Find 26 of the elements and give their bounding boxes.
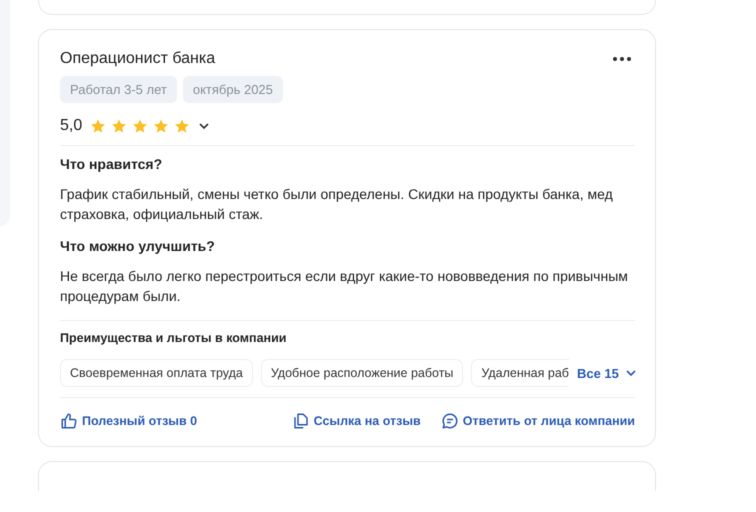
tag: октябрь 2025 [182,76,283,103]
star-icon [132,118,148,134]
benefit-chip: Удаленная раб [471,359,569,387]
star-icon [174,118,190,134]
section-text: Не всегда было легко перестроиться если вдруг какие-то нововведения по привычным процедурам были. [60,267,629,306]
reply-button[interactable]: Ответить от лица компании [440,408,635,434]
chat-bubble-icon [440,412,459,430]
copy-icon [292,412,310,430]
rating-value: 5,0 [60,117,82,135]
chevron-down-icon [624,369,637,377]
benefit-chip: Удобное расположение работы [260,359,464,387]
star-icon [153,118,170,134]
like-button[interactable]: Полезный отзыв 0 [60,408,198,434]
section-text: График стабильный, смены четко были определены. Скидки на продукты банка, мед страховка, официальный стаж. [60,185,614,224]
section-heading: Что можно улучшить? [60,238,216,254]
star-icon [111,118,128,134]
tag: Работал 3-5 лет [60,76,177,103]
section-heading: Что нравится? [60,156,164,172]
show-all-button[interactable]: Все 15 [576,366,637,380]
benefits-heading: Преимущества и льготы в компании [60,331,288,345]
chevron-down-icon[interactable] [198,122,210,130]
thumbs-up-icon [60,412,78,430]
review-title: Операционист банка [60,50,216,68]
benefit-chip: Своевременная оплата труда [60,359,253,387]
star-icon [90,118,106,134]
link-button[interactable]: Ссылка на отзыв [292,408,421,434]
